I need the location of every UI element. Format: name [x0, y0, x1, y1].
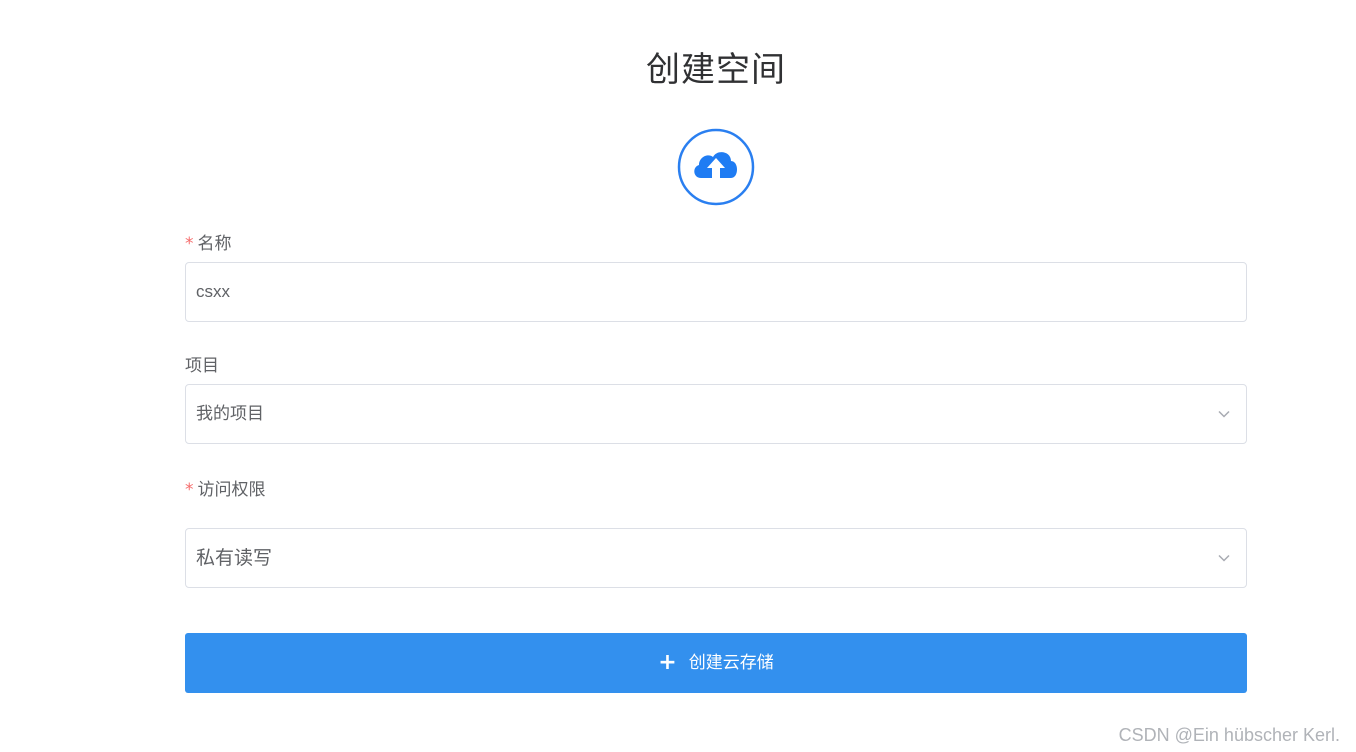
create-space-page: 创建空间 * 名称 csxx 项目 我的项目 * 访问权限 私有读写 + 创建云存储 … [0, 0, 1356, 752]
watermark: CSDN @Ein hübscher Kerl. [1118, 725, 1340, 745]
chevron-down-icon [1218, 410, 1230, 418]
name-input-value: csxx [196, 282, 230, 301]
required-mark: * [185, 480, 194, 500]
cloud-upload-icon[interactable] [677, 128, 755, 206]
access-label: * 访问权限 [185, 480, 266, 500]
plus-icon: + [658, 650, 677, 675]
create-storage-label: 创建云存储 [688, 653, 774, 673]
name-input[interactable]: csxx [185, 262, 1247, 322]
access-select[interactable]: 私有读写 [185, 528, 1247, 588]
project-label: 项目 [185, 356, 219, 376]
page-title: 创建空间 [646, 50, 786, 90]
required-mark: * [185, 234, 194, 254]
project-select[interactable]: 我的项目 [185, 384, 1247, 444]
name-label: * 名称 [185, 234, 232, 254]
project-select-value: 我的项目 [196, 404, 264, 424]
create-storage-button[interactable]: + 创建云存储 [185, 633, 1247, 693]
chevron-down-icon [1218, 554, 1230, 562]
access-select-value: 私有读写 [196, 547, 273, 569]
